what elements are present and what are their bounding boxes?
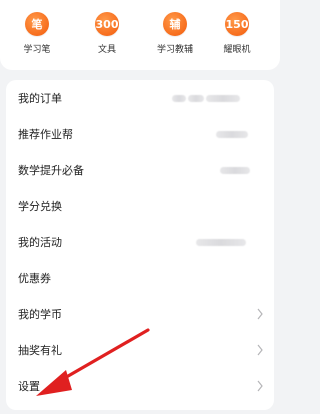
blurred-value — [216, 130, 248, 138]
menu-item-lottery[interactable]: 抽奖有礼 — [6, 332, 274, 368]
menu-item-label: 数学提升必备 — [18, 164, 84, 177]
menu-item-recommend[interactable]: 推荐作业帮 — [6, 116, 274, 152]
blurred-value — [196, 238, 246, 246]
chevron-right-icon — [257, 380, 263, 392]
menu-item-my-coins[interactable]: 我的学币 — [6, 296, 274, 332]
tutoring-book-icon: 辅 — [163, 12, 187, 36]
menu-item-coupons[interactable]: 优惠券 — [6, 260, 274, 296]
shortcut-label: 耀眼机 — [223, 45, 251, 55]
menu-item-label: 抽奖有礼 — [18, 344, 62, 357]
shortcut-device[interactable]: 150 耀眼机 — [202, 12, 272, 55]
menu-item-label: 推荐作业帮 — [18, 128, 73, 141]
menu-item-label: 学分兑换 — [18, 200, 62, 213]
menu-list: 我的订单 推荐作业帮 数学提升必备 学分兑换 我的活动 优惠券 我的学币 抽奖有… — [6, 80, 274, 410]
shortcut-tutoring-books[interactable]: 辅 学习教辅 — [140, 12, 210, 55]
shortcut-stationery[interactable]: 300 文具 — [72, 12, 142, 55]
shortcut-label: 文具 — [97, 45, 116, 55]
menu-item-credit-exchange[interactable]: 学分兑换 — [6, 188, 274, 224]
stationery-icon: 300 — [95, 12, 119, 36]
menu-item-label: 设置 — [18, 380, 40, 393]
pen-icon: 笔 — [25, 12, 49, 36]
menu-item-settings[interactable]: 设置 — [6, 368, 274, 404]
menu-item-my-activities[interactable]: 我的活动 — [6, 224, 274, 260]
menu-item-math-boost[interactable]: 数学提升必备 — [6, 152, 274, 188]
menu-item-label: 优惠券 — [18, 272, 51, 285]
chevron-right-icon — [257, 344, 263, 356]
device-icon: 150 — [225, 12, 249, 36]
shortcut-study-pen[interactable]: 笔 学习笔 — [2, 12, 72, 55]
menu-item-label: 我的活动 — [18, 236, 62, 249]
blurred-value — [220, 166, 250, 174]
menu-item-label: 我的学币 — [18, 308, 62, 321]
blurred-value — [188, 94, 204, 102]
menu-item-label: 我的订单 — [18, 92, 62, 105]
shortcut-label: 学习笔 — [23, 45, 51, 55]
menu-item-my-orders[interactable]: 我的订单 — [6, 80, 274, 116]
shortcut-bar: 笔 学习笔 300 文具 辅 学习教辅 150 耀眼机 — [0, 0, 280, 70]
blurred-value — [206, 94, 240, 102]
blurred-value — [172, 94, 186, 102]
shortcut-label: 学习教辅 — [156, 45, 193, 55]
chevron-right-icon — [257, 308, 263, 320]
